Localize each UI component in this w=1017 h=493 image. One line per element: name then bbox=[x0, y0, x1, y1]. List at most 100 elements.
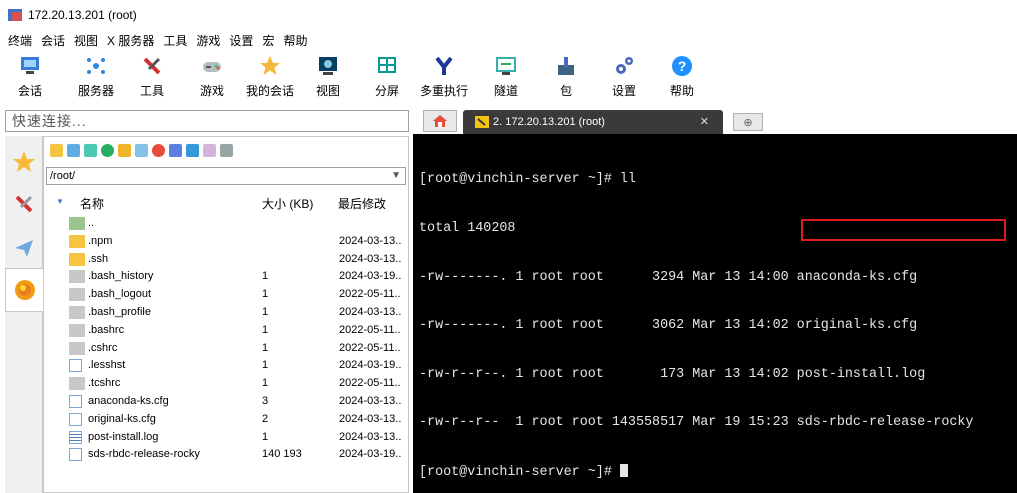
folder-icon bbox=[69, 252, 85, 266]
sftp-tab[interactable] bbox=[5, 268, 43, 312]
macros-tab[interactable] bbox=[5, 226, 43, 270]
tools-button[interactable]: 工具 bbox=[140, 52, 164, 99]
file-icon bbox=[69, 288, 85, 302]
folder-up-icon bbox=[69, 217, 85, 230]
window-title: 172.20.13.201 (root) bbox=[28, 8, 137, 22]
menu-tools[interactable]: 工具 bbox=[163, 32, 187, 49]
log-icon bbox=[69, 430, 82, 444]
star-icon bbox=[13, 151, 35, 172]
file-row[interactable]: .bash_profile 1 2024-03-13.. bbox=[44, 304, 408, 322]
terminal-tab-bar: 2. 172.20.13.201 (root) ✕ ⊕ bbox=[413, 110, 1017, 134]
terminal-line: -rw-------. 1 root root 3062 Mar 13 14:0… bbox=[419, 318, 918, 334]
new-folder-icon[interactable] bbox=[118, 143, 131, 157]
file-icon bbox=[69, 377, 85, 391]
chevron-down-icon[interactable]: ▼ bbox=[391, 168, 401, 184]
tools-tab[interactable] bbox=[5, 182, 43, 226]
folder-icon bbox=[69, 234, 85, 248]
file-row[interactable]: .bashrc 1 2022-05-11.. bbox=[44, 322, 408, 340]
close-tab-icon[interactable]: ✕ bbox=[700, 115, 709, 128]
follow-terminal-icon[interactable] bbox=[203, 143, 216, 157]
path-input[interactable]: /root/ ▼ bbox=[46, 167, 406, 185]
file-row[interactable]: .cshrc 1 2022-05-11.. bbox=[44, 340, 408, 358]
sftp-toolbar bbox=[44, 137, 408, 163]
upload-icon[interactable] bbox=[84, 143, 97, 157]
file-row[interactable]: .npm 2024-03-13.. bbox=[44, 233, 408, 251]
new-tab-button[interactable]: ⊕ bbox=[733, 113, 763, 131]
file-list-header: ▼ 名称 大小 (KB) 最后修改 bbox=[44, 191, 408, 213]
file-row[interactable]: .bash_logout 1 2022-05-11.. bbox=[44, 286, 408, 304]
file-row[interactable]: original-ks.cfg 2 2024-03-13.. bbox=[44, 411, 408, 429]
home-icon bbox=[433, 115, 447, 127]
sftp-globe-icon bbox=[14, 280, 35, 300]
column-modified[interactable]: 最后修改 bbox=[338, 195, 386, 212]
settings-button[interactable]: 设置 bbox=[612, 52, 636, 99]
new-file-icon[interactable] bbox=[135, 143, 148, 157]
view-button[interactable]: 视图 bbox=[316, 52, 340, 99]
split-icon bbox=[376, 55, 398, 77]
refresh-icon[interactable] bbox=[101, 143, 114, 157]
svg-text:?: ? bbox=[678, 58, 687, 74]
terminal-prompt-line: [root@vinchin-server ~]# bbox=[419, 463, 1017, 480]
star-icon bbox=[259, 55, 281, 77]
help-icon: ? bbox=[671, 55, 693, 77]
parent-folder-icon[interactable] bbox=[50, 143, 63, 157]
file-row[interactable]: .lesshst 1 2024-03-19.. bbox=[44, 357, 408, 375]
column-name[interactable]: 名称 bbox=[80, 195, 104, 212]
menu-games[interactable]: 游戏 bbox=[196, 32, 220, 49]
session-icon bbox=[19, 55, 41, 77]
tunnel-button[interactable]: 隧道 bbox=[494, 52, 518, 99]
column-size[interactable]: 大小 (KB) bbox=[262, 195, 313, 212]
download-icon[interactable] bbox=[67, 143, 80, 157]
quick-connect-input[interactable]: 快速连接... bbox=[5, 110, 409, 132]
packages-button[interactable]: 包 bbox=[555, 52, 577, 99]
multiexec-icon bbox=[433, 55, 455, 77]
terminal-session-icon bbox=[475, 116, 489, 128]
servers-button[interactable]: 服务器 bbox=[78, 52, 114, 99]
settings-icon bbox=[613, 55, 635, 77]
file-row[interactable]: .ssh 2024-03-13.. bbox=[44, 251, 408, 269]
file-row-parent[interactable]: .. bbox=[44, 215, 408, 233]
menu-settings[interactable]: 设置 bbox=[229, 32, 253, 49]
session-tab[interactable]: 2. 172.20.13.201 (root) ✕ bbox=[463, 110, 723, 134]
terminal[interactable]: [root@vinchin-server ~]# ll total 140208… bbox=[413, 134, 1017, 493]
terminal-prompt: [root@vinchin-server ~]# bbox=[419, 464, 620, 480]
games-icon bbox=[201, 55, 223, 77]
menu-bar: 终端 会话 视图 X 服务器 工具 游戏 设置 宏 帮助 bbox=[0, 30, 316, 50]
multiexec-button[interactable]: 多重执行 bbox=[420, 52, 468, 99]
split-button[interactable]: 分屏 bbox=[375, 52, 399, 99]
packages-icon bbox=[555, 55, 577, 77]
cfg-icon bbox=[69, 412, 82, 426]
rename-icon[interactable] bbox=[169, 143, 182, 157]
menu-sessions[interactable]: 会话 bbox=[41, 32, 65, 49]
toolbar: 会话 服务器 工具 游戏 我的会话 视图 分屏 多重执行 隧道 包 设置 ? 帮… bbox=[0, 52, 1017, 104]
menu-macros[interactable]: 宏 bbox=[262, 32, 274, 49]
servers-icon bbox=[85, 55, 107, 77]
doc-icon bbox=[69, 359, 82, 373]
session-button[interactable]: 会话 bbox=[18, 52, 42, 99]
my-sessions-button[interactable]: 我的会话 bbox=[246, 52, 294, 99]
games-button[interactable]: 游戏 bbox=[200, 52, 224, 99]
sort-arrow-icon: ▼ bbox=[56, 197, 64, 206]
delete-icon[interactable] bbox=[152, 143, 165, 157]
send-icon bbox=[15, 240, 33, 257]
file-row[interactable]: anaconda-ks.cfg 3 2024-03-13.. bbox=[44, 393, 408, 411]
menu-view[interactable]: 视图 bbox=[74, 32, 98, 49]
tools-icon bbox=[15, 195, 33, 213]
home-tab[interactable] bbox=[423, 110, 457, 132]
plus-icon: ⊕ bbox=[743, 116, 753, 129]
menu-xserver[interactable]: X 服务器 bbox=[107, 32, 154, 49]
permissions-icon[interactable] bbox=[186, 143, 199, 157]
menu-terminal[interactable]: 终端 bbox=[8, 32, 32, 49]
help-button[interactable]: ? 帮助 bbox=[670, 52, 694, 99]
hidden-files-icon[interactable] bbox=[220, 143, 233, 157]
menu-help[interactable]: 帮助 bbox=[283, 32, 307, 49]
file-row[interactable]: sds-rbdc-release-rocky 140 193 2024-03-19.… bbox=[44, 446, 408, 464]
file-row[interactable]: .tcshrc 1 2022-05-11.. bbox=[44, 375, 408, 393]
file-row[interactable]: .bash_history 1 2024-03-19.. bbox=[44, 268, 408, 286]
file-icon bbox=[69, 305, 85, 319]
sessions-tab[interactable] bbox=[5, 140, 43, 184]
highlight-box bbox=[801, 219, 1006, 241]
sftp-browser: /root/ ▼ ▼ 名称 大小 (KB) 最后修改 .. .npm 2024-0… bbox=[43, 136, 409, 493]
tunnel-icon bbox=[495, 55, 517, 77]
file-row[interactable]: post-install.log 1 2024-03-13.. bbox=[44, 429, 408, 447]
